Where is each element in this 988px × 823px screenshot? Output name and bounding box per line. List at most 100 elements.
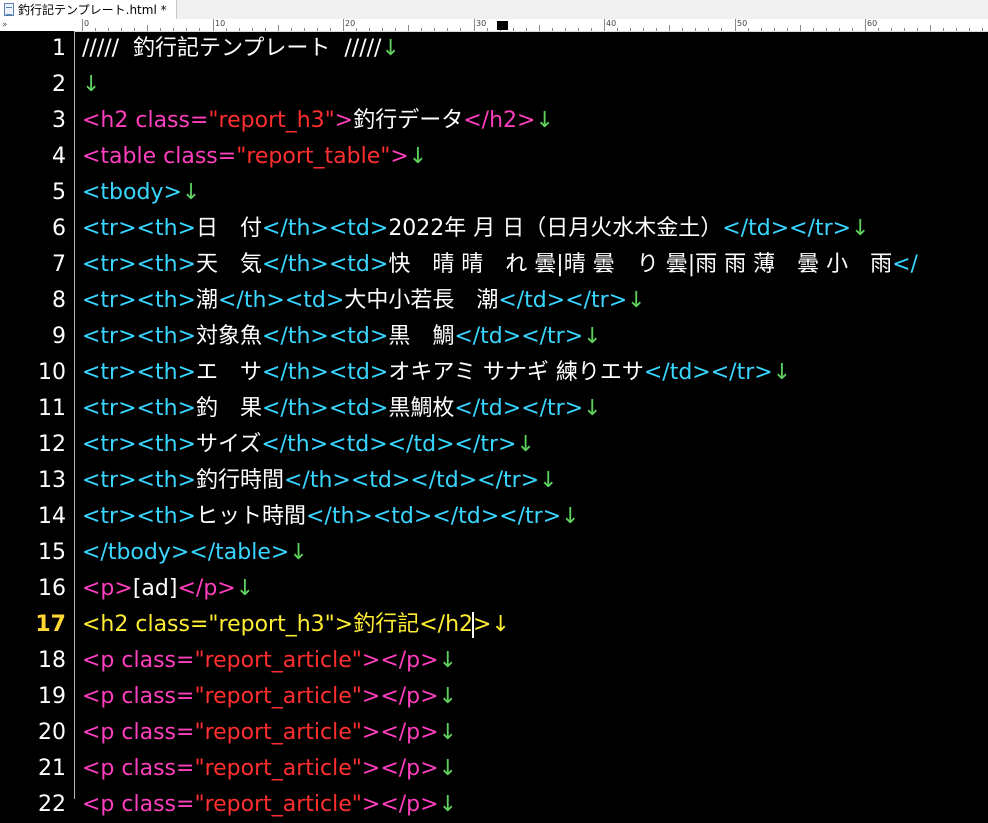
code-line-9[interactable]: 9 <tr><th>対象魚</th><td>黒 鯛</td></tr>↓ (0, 319, 988, 355)
code-content[interactable]: <tr><th>潮</th><td>大中小若長 潮</td></tr>↓ (82, 283, 646, 319)
newline-mark-icon: ↓ (82, 72, 101, 97)
code-content[interactable]: </tbody></table>↓ (82, 535, 308, 571)
code-line-8[interactable]: 8 <tr><th>潮</th><td>大中小若長 潮</td></tr>↓ (0, 283, 988, 319)
code-content[interactable]: <p class="report_article"></p>↓ (82, 715, 457, 751)
newline-mark-icon: ↓ (583, 324, 602, 349)
code-content[interactable]: <tr><th>釣 果</th><td>黒鯛枚</td></tr>↓ (82, 391, 602, 427)
ruler-label: 0 (84, 19, 90, 28)
code-content[interactable]: <p class="report_article"></p>↓ (82, 643, 457, 679)
file-tab-title: 釣行記テンプレート.html * (18, 3, 167, 17)
code-line-22[interactable]: 22 <p class="report_article"></p>↓ (0, 787, 988, 823)
code-line-19[interactable]: 19 <p class="report_article"></p>↓ (0, 679, 988, 715)
code-line-10[interactable]: 10 <tr><th>エ サ</th><td>オキアミ サナギ 練りエサ</td… (0, 355, 988, 391)
code-content[interactable]: <tr><th>日 付</th><td>2022年 月 日（日月火水木金土）</… (82, 211, 870, 247)
code-line-20[interactable]: 20 <p class="report_article"></p>↓ (0, 715, 988, 751)
ruler-label: 50 (737, 19, 748, 28)
newline-mark-icon: ↓ (583, 396, 602, 421)
line-number: 19 (38, 684, 66, 709)
line-number: 20 (38, 720, 66, 745)
line-number: 6 (52, 216, 66, 241)
ruler-label: 30 (476, 19, 487, 28)
newline-mark-icon: ↓ (772, 360, 792, 385)
line-number: 16 (38, 576, 66, 601)
line-number: 9 (52, 324, 66, 349)
code-line-12[interactable]: 12 <tr><th>サイズ</th><td></td></tr>↓ (0, 427, 988, 463)
ruler-ticks (82, 19, 983, 31)
line-number: 21 (38, 756, 66, 781)
code-content[interactable]: <tr><th>釣行時間</th><td></td></tr>↓ (82, 463, 558, 499)
code-line-18[interactable]: 18 <p class="report_article"></p>↓ (0, 643, 988, 679)
ruler-cursor-marker (497, 21, 508, 30)
line-number: 7 (52, 252, 66, 277)
code-line-6[interactable]: 6 <tr><th>日 付</th><td>2022年 月 日（日月火水木金土）… (0, 211, 988, 247)
file-tab[interactable]: 釣行記テンプレート.html * (0, 0, 177, 19)
code-content[interactable]: <tr><th>サイズ</th><td></td></tr>↓ (82, 427, 535, 463)
code-line-17-current[interactable]: 17 <h2 class="report_h3">釣行記</h2>↓ (0, 607, 988, 643)
ruler-label: 60 (867, 19, 878, 28)
newline-mark-icon: ↓ (627, 288, 646, 313)
code-editor[interactable]: 1 ///// 釣行記テンプレート /////↓ 2 ↓ 3 <h2 class… (0, 31, 988, 817)
html-file-icon (4, 3, 14, 16)
code-content[interactable]: <p class="report_article"></p>↓ (82, 751, 457, 787)
code-line-16[interactable]: 16 <p>[ad]</p>↓ (0, 571, 988, 607)
newline-mark-icon: ↓ (438, 756, 458, 781)
code-content[interactable]: <tr><th>対象魚</th><td>黒 鯛</td></tr>↓ (82, 319, 602, 355)
code-line-14[interactable]: 14 <tr><th>ヒット時間</th><td></td></tr>↓ (0, 499, 988, 535)
newline-mark-icon: ↓ (408, 144, 428, 169)
code-line-5[interactable]: 5 <tbody>↓ (0, 175, 988, 211)
code-line-3[interactable]: 3 <h2 class="report_h3">釣行データ</h2>↓ (0, 103, 988, 139)
code-line-15[interactable]: 15 </tbody></table>↓ (0, 535, 988, 571)
code-content[interactable]: <tr><th>エ サ</th><td>オキアミ サナギ 練りエサ</td></… (82, 355, 791, 391)
newline-mark-icon: ↓ (851, 216, 870, 241)
line-number: 8 (52, 288, 66, 313)
code-content[interactable]: <h2 class="report_h3">釣行データ</h2>↓ (82, 103, 554, 139)
tab-bar: 釣行記テンプレート.html * (0, 0, 988, 20)
ruler-label: 40 (606, 19, 617, 28)
newline-mark-icon: ↓ (438, 684, 458, 709)
ruler-label: 10 (215, 19, 226, 28)
code-line-7[interactable]: 7 <tr><th>天 気</th><td>快 晴 晴 れ 曇|晴 曇 り 曇|… (0, 247, 988, 283)
line-number: 13 (38, 468, 66, 493)
code-line-21[interactable]: 21 <p class="report_article"></p>↓ (0, 751, 988, 787)
code-content[interactable]: ↓ (82, 67, 100, 103)
line-number: 15 (38, 540, 66, 565)
line-number: 14 (38, 504, 66, 529)
line-number: 10 (38, 360, 66, 385)
newline-mark-icon: ↓ (561, 504, 580, 529)
line-number: 12 (38, 432, 66, 457)
code-line-4[interactable]: 4 <table class="report_table">↓ (0, 139, 988, 175)
newline-mark-icon: ↓ (438, 648, 458, 673)
line-number: 4 (52, 144, 66, 169)
code-content[interactable]: <h2 class="report_h3">釣行記</h2>↓ (82, 607, 510, 643)
newline-mark-icon: ↓ (235, 576, 255, 601)
line-number: 3 (52, 108, 66, 133)
code-line-13[interactable]: 13 <tr><th>釣行時間</th><td></td></tr>↓ (0, 463, 988, 499)
code-content[interactable]: ///// 釣行記テンプレート /////↓ (82, 31, 400, 67)
code-content[interactable]: <tr><th>天 気</th><td>快 晴 晴 れ 曇|晴 曇 り 曇|雨 … (82, 247, 918, 283)
code-line-2[interactable]: 2 ↓ (0, 67, 988, 103)
line-number: 1 (52, 36, 66, 61)
newline-mark-icon: ↓ (516, 432, 535, 457)
line-number: 2 (52, 72, 66, 97)
line-number: 18 (38, 648, 66, 673)
ruler-label: 20 (345, 19, 356, 28)
newline-mark-icon: ↓ (438, 792, 458, 817)
newline-mark-icon: ↓ (539, 468, 558, 493)
line-number: 11 (38, 396, 66, 421)
code-content[interactable]: <p class="report_article"></p>↓ (82, 679, 457, 715)
code-content[interactable]: <p class="report_article"></p>↓ (82, 787, 457, 823)
newline-mark-icon: ↓ (438, 720, 458, 745)
newline-mark-icon: ↓ (181, 180, 201, 205)
newline-mark-icon: ↓ (381, 36, 400, 61)
code-content[interactable]: <tr><th>ヒット時間</th><td></td></tr>↓ (82, 499, 580, 535)
line-number: 22 (38, 792, 66, 817)
code-line-1[interactable]: 1 ///// 釣行記テンプレート /////↓ (0, 31, 988, 67)
code-content[interactable]: <p>[ad]</p>↓ (82, 571, 254, 607)
code-content[interactable]: <table class="report_table">↓ (82, 139, 427, 175)
newline-mark-icon: ↓ (535, 108, 554, 133)
line-number: 17 (35, 612, 66, 637)
code-content[interactable]: <tbody>↓ (82, 175, 200, 211)
code-line-11[interactable]: 11 <tr><th>釣 果</th><td>黒鯛枚</td></tr>↓ (0, 391, 988, 427)
line-number: 5 (52, 180, 66, 205)
newline-mark-icon: ↓ (491, 612, 510, 637)
